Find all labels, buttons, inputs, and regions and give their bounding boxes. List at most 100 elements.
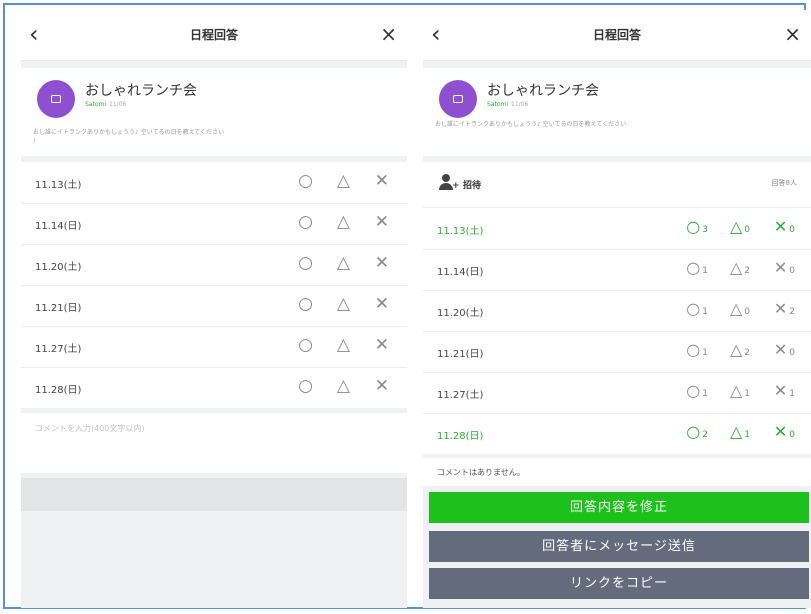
- cross-icon: ✕: [773, 258, 788, 277]
- chat-bubble-icon: [37, 80, 75, 118]
- date-label: 11.14(日): [35, 221, 82, 232]
- circle-option-icon[interactable]: ○: [298, 171, 313, 191]
- date-option-row: 11.14(日) ○ △ ✕: [21, 203, 407, 245]
- submit-button-disabled[interactable]: [21, 478, 407, 511]
- message-respondents-button[interactable]: 回答者にメッセージ送信: [429, 531, 809, 562]
- response-entry-panel: ‹ 日程回答 × おしゃれランチ会 Satomi 11/06 おし誰にイトランクあ…: [21, 10, 407, 608]
- cross-option-icon[interactable]: ✕: [375, 171, 389, 191]
- date-label: 11.28(日): [35, 385, 82, 396]
- circle-option-icon[interactable]: ○: [298, 253, 313, 273]
- triangle-option-icon[interactable]: △: [337, 212, 350, 232]
- date-option-row: 11.28(日) ○ △ ✕: [21, 367, 407, 408]
- no-count: ✕ 2: [773, 299, 795, 318]
- cross-option-icon[interactable]: ✕: [375, 376, 389, 396]
- date-result-row: 11.13(土) ○ 3 △ 0 ✕ 0: [423, 208, 811, 250]
- date-option-row: 11.20(土) ○ △ ✕: [21, 244, 407, 286]
- comment-section: コメントはありません。: [423, 458, 811, 486]
- triangle-option-icon[interactable]: △: [337, 171, 350, 191]
- date-label: 11.21(日): [437, 349, 484, 360]
- date-label: 11.13(土): [35, 180, 82, 191]
- circle-icon: ○: [686, 422, 701, 441]
- cross-option-icon[interactable]: ✕: [375, 253, 389, 273]
- event-meta: Satomi 11/06: [85, 101, 126, 108]
- cross-option-icon[interactable]: ✕: [375, 212, 389, 232]
- copy-link-button[interactable]: リンクをコピー: [429, 568, 809, 599]
- circle-option-icon[interactable]: ○: [298, 212, 313, 232]
- maybe-count: △ 2: [729, 340, 750, 359]
- person-add-icon: +: [439, 174, 460, 192]
- triangle-option-icon[interactable]: △: [337, 294, 350, 314]
- circle-icon: ○: [686, 299, 701, 318]
- cross-icon: ✕: [773, 217, 788, 236]
- date-option-row: 11.21(日) ○ △ ✕: [21, 285, 407, 327]
- cross-icon: ✕: [773, 299, 788, 318]
- date-option-row: 11.13(土) ○ △ ✕: [21, 162, 407, 204]
- screenshot-frame: ‹ 日程回答 × おしゃれランチ会 Satomi 11/06 おし誰にイトランクあ…: [3, 3, 811, 609]
- cross-option-icon[interactable]: ✕: [375, 294, 389, 314]
- triangle-option-icon[interactable]: △: [337, 376, 350, 396]
- date-result-row: 11.27(土) ○ 1 △ 1 ✕ 1: [423, 372, 811, 414]
- yes-count: ○ 1: [686, 299, 708, 318]
- page-title: 日程回答: [592, 28, 641, 42]
- circle-icon: ○: [686, 340, 701, 359]
- triangle-option-icon[interactable]: △: [337, 253, 350, 273]
- edit-response-button[interactable]: 回答内容を修正: [429, 492, 809, 523]
- circle-icon: ○: [686, 258, 701, 277]
- event-description: おし誰にイトランクありかもしょうう♪ 空いてるの日を教えてください: [435, 121, 627, 128]
- triangle-icon: △: [729, 381, 743, 400]
- comment-placeholder: コメントを入力(400文字以内): [35, 424, 145, 433]
- triangle-icon: △: [729, 422, 743, 441]
- triangle-icon: △: [729, 340, 743, 359]
- invite-row[interactable]: + 招待 回答8人: [423, 162, 811, 208]
- maybe-count: △ 0: [729, 217, 750, 236]
- circle-option-icon[interactable]: ○: [298, 376, 313, 396]
- cross-icon: ✕: [773, 340, 788, 359]
- maybe-count: △ 1: [729, 381, 750, 400]
- description-tail: !: [33, 138, 36, 145]
- description-text-2: 空いてるの日を教えてください: [140, 129, 225, 136]
- date-label: 11.21(日): [35, 303, 82, 314]
- chat-bubble-icon: [439, 80, 477, 118]
- triangle-icon: △: [729, 258, 743, 277]
- response-count: 回答8人: [771, 179, 797, 187]
- description-text: おし誰にイトランクありかもしょうう♪: [33, 129, 139, 136]
- created-time: 11/06: [109, 101, 127, 108]
- date-label: 11.28(日): [437, 431, 484, 442]
- date-result-row: 11.20(土) ○ 1 △ 0 ✕ 2: [423, 290, 811, 332]
- date-option-row: 11.27(土) ○ △ ✕: [21, 326, 407, 368]
- date-label: 11.13(土): [437, 226, 484, 237]
- nav-bar: ‹ 日程回答 ×: [21, 10, 407, 61]
- circle-icon: ○: [686, 217, 701, 236]
- yes-count: ○ 1: [686, 340, 708, 359]
- maybe-count: △ 1: [729, 422, 750, 441]
- response-summary-panel: ‹ 日程回答 × おしゃれランチ会 Satomi 11/06 おし誰にイトランクあ…: [423, 10, 811, 608]
- event-name: おしゃれランチ会: [487, 83, 599, 99]
- date-label: 11.27(土): [437, 390, 484, 401]
- close-icon[interactable]: ×: [380, 22, 397, 46]
- event-description: おし誰にイトランクありかもしょうう♪ 空いてるの日を教えてください !: [33, 128, 397, 146]
- maybe-count: △ 2: [729, 258, 750, 277]
- no-count: ✕ 0: [773, 340, 795, 359]
- yes-count: ○ 1: [686, 258, 708, 277]
- nav-bar: ‹ 日程回答 ×: [423, 10, 811, 61]
- created-time: 11/06: [511, 101, 529, 108]
- cross-icon: ✕: [773, 422, 788, 441]
- close-icon[interactable]: ×: [784, 22, 801, 46]
- yes-count: ○ 1: [686, 381, 708, 400]
- cross-option-icon[interactable]: ✕: [375, 335, 389, 355]
- yes-count: ○ 2: [686, 422, 708, 441]
- no-count: ✕ 0: [773, 422, 795, 441]
- date-result-row: 11.14(日) ○ 1 △ 2 ✕ 0: [423, 249, 811, 291]
- date-result-row: 11.21(日) ○ 1 △ 2 ✕ 0: [423, 331, 811, 373]
- triangle-option-icon[interactable]: △: [337, 335, 350, 355]
- triangle-icon: △: [729, 217, 743, 236]
- maybe-count: △ 0: [729, 299, 750, 318]
- comment-input[interactable]: コメントを入力(400文字以内): [21, 413, 407, 473]
- triangle-icon: △: [729, 299, 743, 318]
- date-label: 11.20(土): [35, 262, 82, 273]
- circle-option-icon[interactable]: ○: [298, 294, 313, 314]
- yes-count: ○ 3: [686, 217, 708, 236]
- page-title: 日程回答: [189, 28, 238, 42]
- cross-icon: ✕: [773, 381, 788, 400]
- circle-option-icon[interactable]: ○: [298, 335, 313, 355]
